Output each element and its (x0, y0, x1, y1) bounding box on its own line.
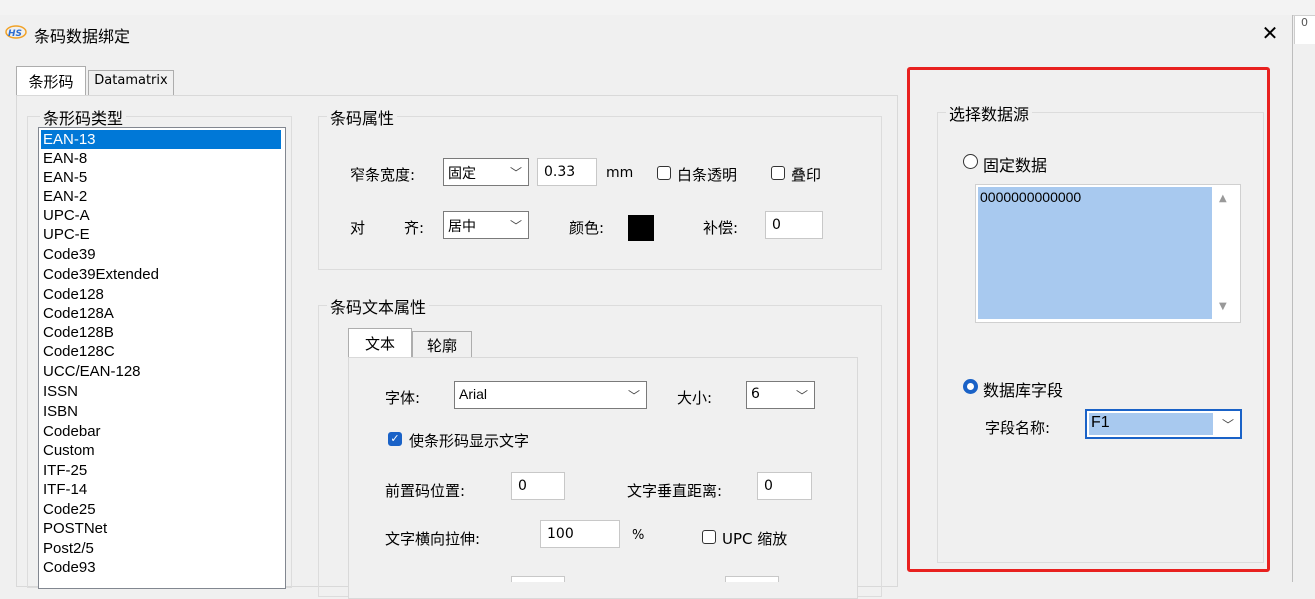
width-mode-select[interactable]: 固定 ﹀ (443, 158, 529, 186)
app-icon: HS (5, 24, 27, 40)
chevron-down-icon: ﹀ (795, 389, 808, 403)
list-item[interactable]: Code128 (41, 285, 281, 304)
list-item[interactable]: Code39Extended (41, 265, 281, 284)
list-item[interactable]: UPC-A (41, 206, 281, 225)
tab-label: 条形码 (28, 73, 74, 91)
input-value: 0.33 (544, 164, 576, 180)
size-label: 大小: (677, 389, 713, 407)
list-item[interactable]: UPC-E (41, 225, 281, 244)
chevron-down-icon: ﹀ (509, 166, 522, 180)
stretch-unit: % (632, 528, 645, 543)
barcode-props-legend: 条码属性 (327, 105, 398, 129)
svg-text:HS: HS (8, 29, 22, 39)
ruler-corner: 0 (1294, 16, 1315, 44)
font-label: 字体: (385, 389, 421, 407)
barcode-type-list[interactable]: EAN-13 EAN-8 EAN-5 EAN-2 UPC-A UPC-E Cod… (38, 127, 286, 589)
prefix-pos-input[interactable]: 0 (511, 472, 565, 500)
list-item[interactable]: UCC/EAN-128 (41, 362, 281, 381)
tab-label: Datamatrix (94, 73, 168, 88)
partial-row-hint (385, 576, 805, 582)
overprint-label: 叠印 (791, 166, 822, 184)
upc-scale-checkbox[interactable] (702, 530, 716, 544)
prefix-pos-label: 前置码位置: (385, 482, 466, 500)
vertical-dist-input[interactable]: 0 (757, 472, 812, 500)
tab-label: 轮廓 (426, 337, 457, 355)
input-value: 0 (518, 478, 527, 494)
list-item[interactable]: ISSN (41, 382, 281, 401)
color-swatch[interactable] (628, 215, 654, 241)
select-value: 固定 (448, 166, 476, 182)
barcode-type-legend: 条形码类型 (40, 105, 127, 129)
compensate-label: 补偿: (703, 219, 739, 237)
input-value: 0 (764, 478, 773, 494)
list-item[interactable]: Code39 (41, 245, 281, 264)
title-bar: HS 条码数据绑定 ✕ (0, 15, 1292, 51)
list-item[interactable]: ITF-14 (41, 480, 281, 499)
select-value: 居中 (448, 219, 476, 235)
vertical-dist-label: 文字垂直距离: (627, 482, 723, 500)
barcode-props-group (318, 116, 882, 270)
select-value: Arial (459, 386, 488, 402)
list-item[interactable]: ITF-25 (41, 461, 281, 480)
window-title: 条码数据绑定 (34, 27, 131, 46)
list-item[interactable]: POSTNet (41, 519, 281, 538)
width-unit: mm (606, 165, 634, 181)
background-app-strip (0, 0, 1315, 16)
align-select[interactable]: 居中 ﹀ (443, 211, 529, 239)
tab-label: 文本 (364, 335, 395, 353)
upc-scale-label: UPC 缩放 (722, 530, 788, 548)
show-text-checkbox[interactable]: ✓ (388, 432, 402, 446)
list-item[interactable]: EAN-13 (41, 130, 281, 149)
width-value-input[interactable]: 0.33 (537, 158, 597, 186)
chevron-down-icon: ﹀ (509, 219, 522, 233)
tab-barcode[interactable]: 条形码 (16, 66, 86, 95)
size-select[interactable]: 6 ﹀ (746, 381, 815, 409)
list-item[interactable]: Code128B (41, 323, 281, 342)
input-value: 0 (772, 217, 781, 233)
align-label-right: 齐: (404, 219, 425, 237)
list-item[interactable]: Code128C (41, 342, 281, 361)
list-item[interactable]: EAN-2 (41, 187, 281, 206)
list-item[interactable]: Codebar (41, 422, 281, 441)
show-text-label: 使条形码显示文字 (409, 432, 530, 450)
list-item[interactable]: Code93 (41, 558, 281, 577)
width-label: 窄条宽度: (350, 166, 416, 184)
list-item[interactable]: Code128A (41, 304, 281, 323)
highlight-box (907, 67, 1270, 572)
compensate-input[interactable]: 0 (765, 211, 823, 239)
chevron-down-icon: ﹀ (627, 389, 640, 403)
list-item[interactable]: ISBN (41, 402, 281, 421)
list-item[interactable]: Code25 (41, 500, 281, 519)
align-label-left: 对 (350, 219, 366, 237)
stretch-input[interactable]: 100 (540, 520, 620, 548)
stretch-label: 文字横向拉伸: (385, 530, 481, 548)
select-value: 6 (751, 386, 760, 402)
list-item[interactable]: Post2/5 (41, 539, 281, 558)
list-item[interactable]: EAN-5 (41, 168, 281, 187)
input-value: 100 (547, 526, 574, 542)
overprint-checkbox[interactable] (771, 166, 785, 180)
text-props-legend: 条码文本属性 (327, 294, 430, 318)
tab-text[interactable]: 文本 (348, 328, 412, 358)
transparent-checkbox[interactable] (657, 166, 671, 180)
list-item[interactable]: Custom (41, 441, 281, 460)
close-icon[interactable]: ✕ (1259, 21, 1281, 45)
list-item[interactable]: EAN-8 (41, 149, 281, 168)
font-select[interactable]: Arial ﹀ (454, 381, 647, 409)
tab-outline[interactable]: 轮廓 (412, 331, 472, 358)
color-label: 颜色: (569, 219, 605, 237)
tab-datamatrix[interactable]: Datamatrix (88, 70, 174, 95)
transparent-label: 白条透明 (677, 166, 738, 184)
